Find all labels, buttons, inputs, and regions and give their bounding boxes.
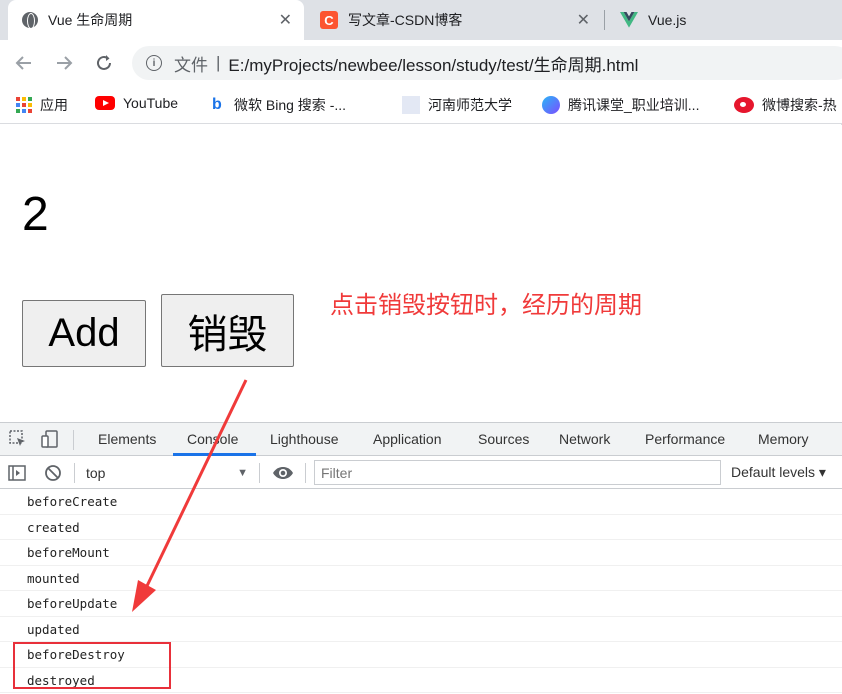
tab-elements[interactable]: Elements: [98, 431, 156, 447]
youtube-icon: [95, 96, 115, 110]
browser-window: Vue 生命周期 ✕ C 写文章-CSDN博客 ✕ Vue.js i 文件 | …: [0, 0, 842, 694]
back-button[interactable]: [12, 51, 36, 75]
page-viewport: 2 Add 销毁 点击销毁按钮时，经历的周期: [0, 125, 842, 422]
address-bar[interactable]: i 文件 | E:/myProjects/newbee/lesson/study…: [132, 46, 842, 80]
bookmark-label: 河南师范大学: [428, 97, 512, 113]
info-icon[interactable]: i: [146, 55, 162, 71]
clear-console-icon[interactable]: [44, 464, 62, 482]
tab-memory[interactable]: Memory: [758, 431, 809, 447]
context-selector[interactable]: top ▼: [86, 463, 252, 483]
annotation-text: 点击销毁按钮时，经历的周期: [330, 292, 642, 319]
console-message: beforeUpdate: [0, 591, 842, 617]
bookmark-apps[interactable]: 应用: [16, 95, 68, 115]
csdn-icon: C: [320, 11, 338, 29]
tab-strip: Vue 生命周期 ✕ C 写文章-CSDN博客 ✕ Vue.js: [0, 0, 842, 40]
tab-sources[interactable]: Sources: [478, 431, 529, 447]
toolbar-separator: [259, 463, 260, 483]
tab-performance[interactable]: Performance: [645, 431, 725, 447]
address-scheme-label: 文件: [174, 55, 208, 75]
destroy-button[interactable]: 销毁: [161, 294, 294, 367]
tab-separator: [604, 10, 605, 30]
live-expression-eye-icon[interactable]: [272, 464, 294, 482]
address-url[interactable]: E:/myProjects/newbee/lesson/study/test/生…: [228, 51, 638, 76]
tab-vuejs[interactable]: Vue.js: [606, 0, 842, 40]
bookmark-label: 微博搜索-热: [762, 97, 837, 113]
toolbar-separator: [73, 430, 74, 450]
context-value: top: [86, 465, 106, 481]
forward-arrow-icon: [57, 56, 73, 70]
highlight-box: [13, 642, 171, 689]
browser-toolbar: i 文件 | E:/myProjects/newbee/lesson/study…: [0, 40, 842, 86]
tencent-classroom-icon: [542, 96, 560, 114]
close-icon[interactable]: ✕: [577, 10, 590, 30]
console-toolbar: top ▼ Default levels ▾: [0, 456, 842, 489]
console-message: beforeCreate: [0, 489, 842, 515]
tab-application[interactable]: Application: [373, 431, 442, 447]
tab-csdn[interactable]: C 写文章-CSDN博客 ✕: [306, 0, 602, 40]
tab-title: Vue.js: [648, 12, 687, 28]
weibo-icon: [734, 97, 754, 113]
toolbar-separator: [305, 463, 306, 483]
bookmark-tencent-classroom[interactable]: 腾讯课堂_职业培训...: [542, 95, 699, 115]
add-button[interactable]: Add: [22, 300, 146, 367]
counter-value: 2: [22, 188, 49, 241]
bookmark-bing[interactable]: b 微软 Bing 搜索 -...: [212, 95, 346, 115]
sidebar-toggle-icon[interactable]: [8, 464, 26, 482]
back-arrow-icon: [15, 56, 31, 70]
bing-icon: b: [212, 96, 222, 113]
console-message: mounted: [0, 566, 842, 591]
dropdown-arrow-icon: ▼: [237, 467, 248, 479]
vue-logo-icon: [620, 12, 638, 28]
tab-network[interactable]: Network: [559, 431, 610, 447]
reload-button[interactable]: [92, 51, 116, 75]
reload-icon: [97, 55, 111, 70]
bookmark-label: 应用: [40, 97, 68, 113]
console-message: created: [0, 515, 842, 540]
device-toolbar-icon[interactable]: [41, 430, 59, 448]
bookmark-weibo-search[interactable]: 微博搜索-热: [734, 95, 837, 115]
console-message: updated: [0, 617, 842, 642]
bookmarks-bar: 应用 YouTube b 微软 Bing 搜索 -... 河南师范大学 腾讯课堂…: [0, 86, 842, 124]
devtools-tab-bar: Elements Console Lighthouse Application …: [0, 423, 842, 456]
globe-icon: [22, 12, 38, 29]
tab-title: 写文章-CSDN博客: [348, 12, 463, 28]
console-filter-input[interactable]: [314, 460, 721, 485]
bookmark-label: 腾讯课堂_职业培训...: [568, 97, 700, 113]
forward-button[interactable]: [52, 51, 76, 75]
page-icon: [402, 96, 420, 114]
log-levels-dropdown[interactable]: Default levels ▾: [731, 464, 826, 481]
tab-console[interactable]: Console: [187, 431, 238, 447]
address-separator: |: [216, 53, 221, 72]
close-icon[interactable]: ✕: [279, 10, 292, 30]
apps-grid-icon: [16, 97, 32, 113]
inspect-element-icon[interactable]: [9, 430, 27, 448]
toolbar-separator: [74, 463, 75, 483]
bookmark-label: 微软 Bing 搜索 -...: [234, 97, 347, 113]
tab-title: Vue 生命周期: [48, 12, 133, 28]
bookmark-label: YouTube: [123, 95, 179, 111]
tab-vue-lifecycle[interactable]: Vue 生命周期 ✕: [8, 0, 304, 40]
bookmark-youtube[interactable]: YouTube: [95, 95, 178, 111]
tab-lighthouse[interactable]: Lighthouse: [270, 431, 339, 447]
console-message: beforeMount: [0, 540, 842, 566]
bookmark-henan-normal-university[interactable]: 河南师范大学: [402, 95, 512, 115]
